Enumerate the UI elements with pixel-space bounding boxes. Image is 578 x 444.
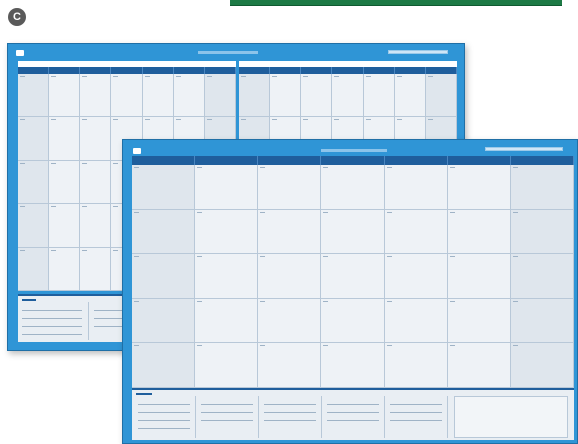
notes-label bbox=[22, 299, 36, 301]
day-cell bbox=[510, 254, 574, 299]
weekday-header bbox=[18, 67, 236, 74]
front-month bbox=[132, 156, 574, 440]
back-planner-name-field bbox=[388, 50, 448, 54]
day-cell bbox=[447, 298, 511, 344]
day-cell bbox=[384, 209, 448, 255]
day-cell bbox=[195, 209, 259, 255]
day-cell bbox=[447, 254, 511, 299]
day-cell bbox=[258, 165, 322, 210]
day-cell bbox=[258, 254, 322, 299]
day-cell bbox=[142, 74, 174, 118]
weekday-header bbox=[132, 156, 574, 165]
day-cell bbox=[321, 343, 385, 388]
day-cell bbox=[111, 74, 143, 118]
day-cell bbox=[80, 160, 112, 205]
front-planner-logo bbox=[133, 148, 143, 154]
day-cell bbox=[321, 298, 385, 344]
day-cell bbox=[510, 343, 574, 388]
day-cell bbox=[195, 165, 259, 210]
day-cell bbox=[258, 298, 322, 344]
day-cell bbox=[394, 74, 426, 118]
day-cell bbox=[384, 298, 448, 344]
day-cell bbox=[321, 165, 385, 210]
day-cell bbox=[18, 204, 50, 248]
day-cell bbox=[195, 254, 259, 299]
day-cell bbox=[49, 160, 81, 205]
product-photo: C bbox=[0, 0, 578, 444]
brand-logo-icon bbox=[16, 50, 24, 56]
day-cell bbox=[18, 74, 50, 118]
day-cell bbox=[363, 74, 395, 118]
day-cell bbox=[321, 209, 385, 255]
day-cell bbox=[132, 254, 196, 299]
day-cell bbox=[173, 74, 205, 118]
notes-label bbox=[136, 393, 152, 395]
day-cell bbox=[384, 254, 448, 299]
green-product-strip bbox=[230, 0, 562, 6]
calendar-grid bbox=[132, 165, 574, 388]
day-cell bbox=[49, 117, 81, 161]
day-cell bbox=[258, 343, 322, 388]
day-cell bbox=[132, 165, 196, 210]
day-cell bbox=[321, 254, 385, 299]
day-cell bbox=[510, 165, 574, 210]
day-cell bbox=[258, 209, 322, 255]
day-cell bbox=[80, 74, 112, 118]
day-cell bbox=[510, 298, 574, 344]
day-cell bbox=[384, 343, 448, 388]
day-cell bbox=[49, 74, 81, 118]
day-cell bbox=[510, 209, 574, 255]
front-planner bbox=[122, 139, 578, 444]
day-cell bbox=[18, 160, 50, 205]
day-cell bbox=[270, 74, 302, 118]
day-cell bbox=[132, 209, 196, 255]
option-badge: C bbox=[8, 8, 26, 26]
weekday-header bbox=[239, 67, 457, 74]
day-cell bbox=[49, 247, 81, 291]
day-cell bbox=[80, 204, 112, 248]
notes-box bbox=[454, 396, 568, 438]
back-planner-logo bbox=[16, 50, 26, 56]
day-cell bbox=[132, 343, 196, 388]
day-cell bbox=[332, 74, 364, 118]
day-cell bbox=[204, 74, 236, 118]
front-notes-area bbox=[132, 388, 574, 440]
day-cell bbox=[132, 298, 196, 344]
day-cell bbox=[425, 74, 457, 118]
day-cell bbox=[49, 204, 81, 248]
day-cell bbox=[80, 117, 112, 161]
front-planner-title bbox=[321, 149, 387, 152]
day-cell bbox=[447, 209, 511, 255]
day-cell bbox=[447, 165, 511, 210]
front-planner-name-field bbox=[485, 147, 563, 151]
back-planner-title bbox=[198, 51, 258, 54]
day-cell bbox=[195, 343, 259, 388]
brand-logo-icon bbox=[133, 148, 141, 154]
day-cell bbox=[447, 343, 511, 388]
day-cell bbox=[80, 247, 112, 291]
day-cell bbox=[18, 117, 50, 161]
day-cell bbox=[384, 165, 448, 210]
day-cell bbox=[301, 74, 333, 118]
day-cell bbox=[195, 298, 259, 344]
day-cell bbox=[18, 247, 50, 291]
day-cell bbox=[239, 74, 271, 118]
